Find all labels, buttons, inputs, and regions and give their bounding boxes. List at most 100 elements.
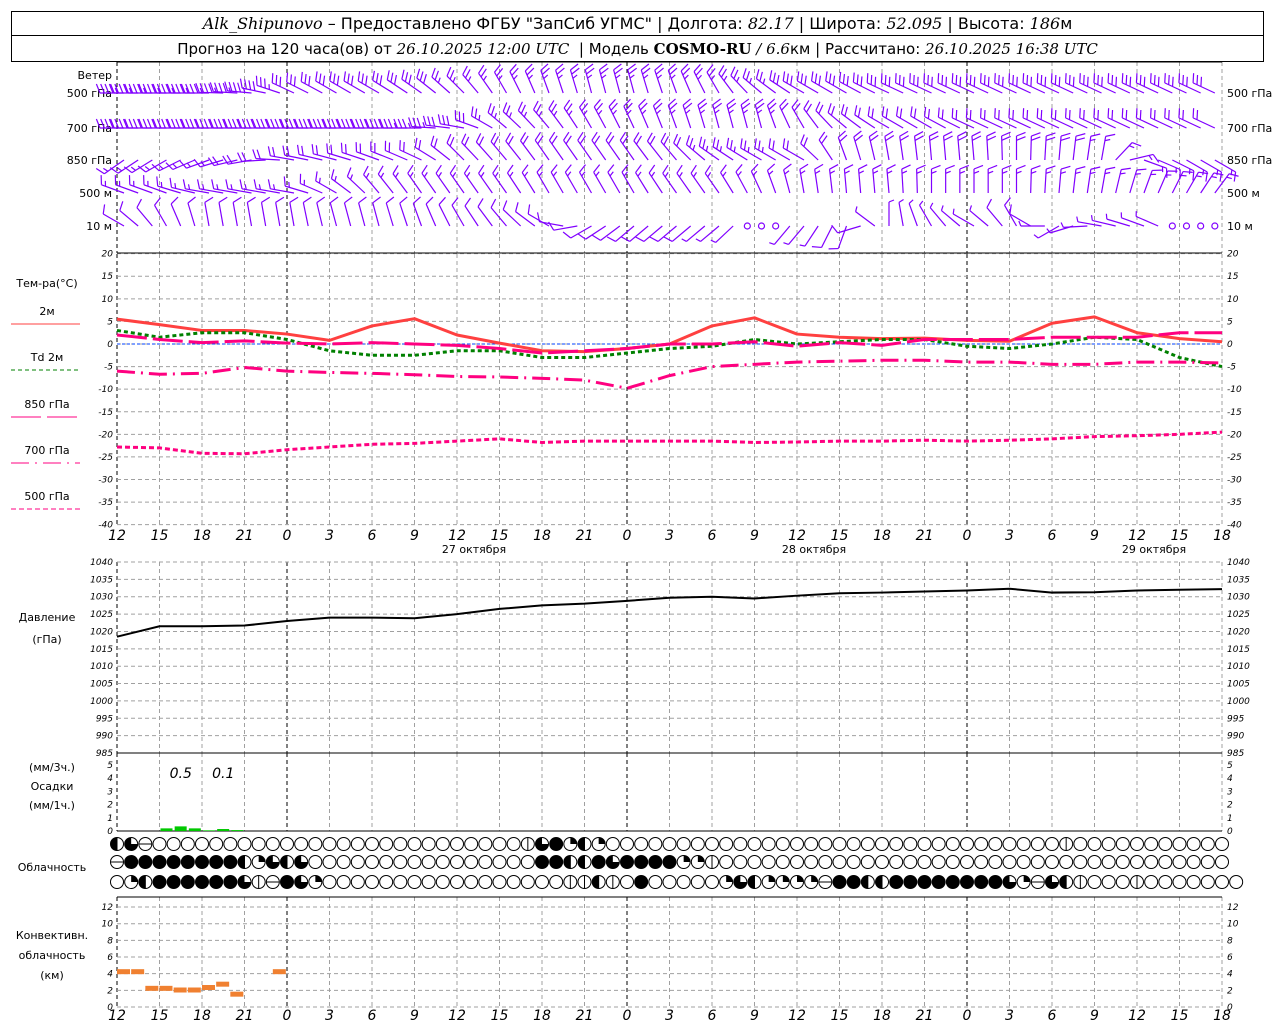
wind-barb-feather bbox=[931, 164, 941, 170]
x-hour-label: 15 bbox=[831, 1008, 849, 1024]
cloud-circle bbox=[945, 837, 960, 851]
wind-barb-shaft bbox=[260, 202, 267, 227]
wind-barb-feather bbox=[831, 224, 839, 234]
cloud-cover-icon bbox=[818, 837, 833, 851]
cloud-cover-icon bbox=[1002, 875, 1017, 889]
wind-barb bbox=[613, 63, 623, 94]
wind-barb-feather bbox=[969, 74, 972, 85]
wind-barb bbox=[252, 149, 280, 161]
cloud-cover-icon bbox=[889, 875, 904, 889]
wind-barb-shaft bbox=[1058, 136, 1062, 161]
wind-barb-feather bbox=[312, 118, 318, 129]
cloud-cover-icon bbox=[1073, 837, 1088, 851]
cloud-cover-icon bbox=[237, 837, 252, 851]
wind-barb-feather bbox=[628, 67, 638, 75]
wind-barb bbox=[652, 98, 663, 129]
wind-barb-feather bbox=[132, 118, 138, 129]
x-hour-label: 18 bbox=[873, 1008, 891, 1024]
wind-barb-feather bbox=[726, 98, 736, 106]
wind-barb-shaft bbox=[1072, 169, 1077, 194]
wind-barb-feather bbox=[490, 105, 496, 116]
cloud-circle bbox=[1158, 855, 1173, 869]
wind-barb-feather bbox=[1186, 76, 1188, 87]
wind-barb bbox=[399, 140, 422, 161]
cloud-circle bbox=[166, 855, 181, 869]
wind-barb bbox=[1171, 170, 1193, 194]
cloud-half bbox=[861, 875, 868, 889]
cloud-circle bbox=[1186, 875, 1201, 889]
wind-barb-feather bbox=[656, 109, 661, 115]
wind-barb-feather bbox=[185, 118, 190, 129]
wind-barb-feather bbox=[340, 142, 343, 153]
wind-barb-feather bbox=[786, 140, 789, 151]
wind-level-label-right: 850 гПа bbox=[1227, 154, 1272, 167]
wind-barb bbox=[646, 132, 663, 161]
cloud-circle bbox=[393, 855, 408, 869]
wind-barb-feather bbox=[1121, 167, 1131, 171]
cloud-circle bbox=[180, 875, 195, 889]
wind-barb-feather bbox=[815, 170, 821, 175]
wind-barb-shaft bbox=[412, 203, 423, 227]
cloud-circle bbox=[931, 837, 946, 851]
pressure-tick-right: 1000 bbox=[1227, 697, 1250, 707]
wind-barb-feather bbox=[606, 236, 616, 242]
wind-barb bbox=[267, 146, 295, 161]
wind-barb-feather bbox=[969, 205, 973, 211]
wind-barb-shaft bbox=[550, 171, 564, 194]
wind-barb bbox=[302, 196, 312, 227]
wind-barb-feather bbox=[940, 205, 944, 211]
wind-barb bbox=[563, 131, 578, 161]
wind-barb-feather bbox=[655, 67, 664, 75]
wind-barb-feather bbox=[979, 73, 982, 83]
cloud-circle bbox=[195, 855, 209, 869]
x-hour-label: 15 bbox=[1171, 1008, 1189, 1024]
wind-barb bbox=[899, 130, 909, 161]
wind-barb-shaft bbox=[416, 77, 437, 94]
wind-barb bbox=[296, 144, 323, 161]
wind-barb-shaft bbox=[693, 71, 706, 94]
temp-tick-left: -5 bbox=[104, 363, 113, 373]
wind-barb-shaft bbox=[821, 225, 833, 248]
wind-barb bbox=[521, 164, 536, 194]
wind-barb-feather bbox=[714, 109, 720, 114]
wind-barb bbox=[548, 131, 564, 161]
wind-barb-shaft bbox=[712, 104, 720, 129]
wind-barb-shaft bbox=[706, 71, 720, 94]
cloud-circle bbox=[917, 875, 932, 889]
wind-barb-feather bbox=[872, 170, 879, 174]
wind-barb bbox=[1129, 153, 1160, 163]
wind-barb-shaft bbox=[343, 202, 352, 227]
wind-barb-feather bbox=[1090, 171, 1096, 175]
wind-barb bbox=[555, 63, 565, 94]
cloud-cover-icon bbox=[1215, 875, 1229, 889]
wind-barb-feather bbox=[1192, 170, 1195, 181]
wind-barb-feather bbox=[515, 202, 519, 212]
wind-barb-feather bbox=[1075, 171, 1081, 175]
wind-barb-feather bbox=[952, 208, 955, 215]
wind-barb-shaft bbox=[399, 203, 408, 227]
wind-barb-feather bbox=[945, 170, 951, 174]
wind-barb bbox=[237, 152, 266, 162]
temp-tick-right: -35 bbox=[1227, 498, 1242, 508]
wind-barb bbox=[888, 199, 895, 226]
wind-barb-feather bbox=[951, 73, 954, 83]
wind-barb-feather bbox=[1211, 175, 1217, 179]
wind-barb-shaft bbox=[1030, 168, 1032, 194]
wind-barb-shaft bbox=[613, 69, 621, 94]
wind-barb-shaft bbox=[918, 204, 933, 227]
wind-barb-shaft bbox=[435, 172, 451, 194]
pressure-tick-right: 1015 bbox=[1227, 645, 1250, 655]
wind-barb-shaft bbox=[331, 178, 352, 194]
temp-tick-left: 15 bbox=[102, 272, 114, 282]
cloud-cover-icon bbox=[860, 875, 875, 889]
wind-barb-feather bbox=[363, 165, 369, 175]
wind-barb-feather bbox=[698, 136, 703, 147]
wind-barb-feather bbox=[595, 102, 604, 112]
wind-barb-feather bbox=[635, 135, 642, 145]
wind-barb-feather bbox=[464, 69, 471, 79]
wind-barb-feather bbox=[727, 102, 737, 110]
wind-barb-feather bbox=[768, 170, 774, 175]
wind-barb bbox=[170, 196, 182, 227]
wind-barb-feather bbox=[1036, 73, 1039, 83]
cloud-cover-icon bbox=[761, 837, 776, 851]
